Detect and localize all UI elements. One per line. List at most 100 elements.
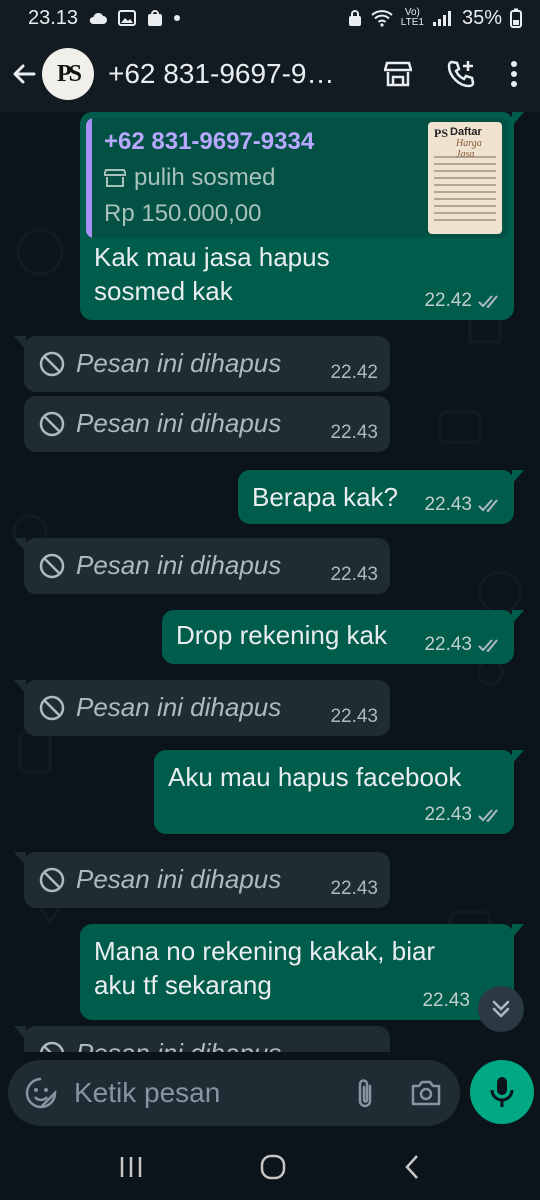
deleted-text: Pesan ini dihapus — [76, 550, 282, 580]
sticker-icon[interactable] — [24, 1076, 58, 1110]
more-icon[interactable] — [510, 60, 518, 88]
product-thumbnail: PS Daftar Harga Jasa — [428, 122, 502, 234]
quoted-product-card[interactable]: +62 831-9697-9334 pulih sosmed Rp 150.00… — [86, 118, 508, 238]
message-composer[interactable]: Ketik pesan — [8, 1060, 460, 1126]
message-time: 22.43 — [330, 422, 378, 443]
message-time: 22.43 — [330, 878, 378, 899]
quoted-store-name: pulih sosmed — [134, 164, 276, 191]
message-text: Kak mau jasa hapus sosmed kak — [94, 242, 330, 306]
deleted-message: Pesan ini dihapus — [38, 348, 281, 379]
deleted-icon — [39, 695, 65, 720]
message-time: 22.43 — [424, 634, 502, 656]
time-text: 22.43 — [424, 804, 472, 825]
message-time: 22.43 — [330, 564, 378, 585]
message-time: 22.42 — [330, 362, 378, 383]
quote-accent-bar — [86, 118, 92, 238]
status-time: 23.13 — [28, 6, 79, 29]
add-call-icon[interactable] — [446, 59, 476, 89]
deleted-icon — [39, 553, 65, 578]
recent-apps-icon[interactable] — [118, 1155, 144, 1179]
message-in-deleted[interactable]: Pesan ini dihapus 22.43 — [24, 396, 390, 452]
attach-icon[interactable] — [354, 1076, 376, 1110]
quoted-store: pulih sosmed — [104, 164, 275, 192]
store-icon — [104, 169, 126, 187]
message-time: 22.42 — [424, 290, 502, 312]
message-text: Mana no rekening kakak, biar aku tf seka… — [94, 936, 436, 1000]
deleted-message: Pesan ini dihapus — [38, 692, 281, 723]
chat-header: PS +62 831-9697-9334 — [0, 36, 540, 112]
message-out[interactable]: Berapa kak? 22.43 — [238, 470, 524, 524]
deleted-message: Pesan ini dihapus — [38, 550, 281, 581]
message-in-deleted[interactable]: Pesan ini dihapus 22.42 — [14, 336, 390, 392]
message-in-deleted[interactable]: Pesan ini dihapus — [14, 1026, 390, 1052]
double-check-icon — [478, 639, 498, 652]
battery-percent: 35% — [461, 6, 502, 29]
input-bar: Ketik pesan — [0, 1052, 540, 1134]
double-check-icon — [478, 499, 498, 512]
message-out-product[interactable]: +62 831-9697-9334 pulih sosmed Rp 150.00… — [80, 112, 524, 320]
avatar-text: PS — [56, 60, 82, 87]
status-bar: 23.13 Vo) LTE1 35% — [0, 0, 540, 36]
message-out[interactable]: Aku mau hapus facebook 22.43 — [154, 750, 524, 834]
deleted-text: Pesan ini dihapus — [76, 348, 282, 378]
deleted-message: Pesan ini dihapus — [38, 408, 281, 439]
message-time: 22.43 — [330, 706, 378, 727]
scroll-down-icon — [492, 1000, 510, 1018]
deleted-icon — [39, 1041, 65, 1052]
back-icon[interactable] — [10, 60, 38, 88]
time-text: 22.42 — [424, 290, 472, 311]
message-in-deleted[interactable]: Pesan ini dihapus 22.43 — [14, 538, 390, 594]
message-in-deleted[interactable]: Pesan ini dihapus 22.43 — [14, 852, 390, 908]
chat-area[interactable]: +62 831-9697-9334 pulih sosmed Rp 150.00… — [0, 112, 540, 1052]
cloud-icon — [89, 12, 108, 24]
network-label-bottom: LTE1 — [400, 17, 424, 28]
scroll-down-button[interactable] — [478, 986, 524, 1032]
message-time: 22.43 — [424, 804, 502, 826]
wifi-icon — [371, 10, 393, 27]
message-text: Drop rekening kak — [176, 620, 387, 650]
contact-name[interactable]: +62 831-9697-9334 — [108, 58, 348, 90]
avatar[interactable]: PS — [42, 48, 94, 100]
deleted-message: Pesan ini dihapus — [38, 1038, 281, 1052]
notification-dot — [174, 15, 181, 21]
deleted-text: Pesan ini dihapus — [76, 408, 282, 438]
message-input-placeholder[interactable]: Ketik pesan — [74, 1077, 220, 1109]
quoted-price: Rp 150.000,00 — [104, 200, 262, 227]
lock-alarm-icon — [348, 10, 361, 26]
deleted-text: Pesan ini dihapus — [76, 692, 282, 722]
message-out[interactable]: Mana no rekening kakak, biar aku tf seka… — [80, 924, 524, 1020]
battery-icon — [510, 8, 522, 28]
nav-back-icon[interactable] — [402, 1153, 422, 1181]
message-in-deleted[interactable]: Pesan ini dihapus 22.43 — [14, 680, 390, 736]
message-text: Aku mau hapus facebook — [168, 762, 462, 792]
store-icon[interactable] — [384, 61, 412, 87]
home-icon[interactable] — [259, 1153, 287, 1181]
time-text: 22.43 — [424, 494, 472, 515]
double-check-icon — [478, 295, 498, 308]
thumb-title: Daftar — [450, 126, 482, 138]
message-time: 22.43 — [424, 494, 502, 516]
mic-icon — [490, 1077, 514, 1107]
shop-icon — [148, 10, 163, 26]
thumb-price-lines — [434, 156, 496, 226]
network-label: Vo) LTE1 — [401, 8, 424, 28]
gallery-icon — [118, 10, 137, 26]
deleted-text: Pesan ini dihapus — [76, 1038, 281, 1052]
deleted-icon — [39, 411, 65, 436]
message-out[interactable]: Drop rekening kak 22.43 — [162, 610, 524, 664]
mic-button[interactable] — [470, 1060, 534, 1124]
deleted-text: Pesan ini dihapus — [76, 864, 282, 894]
double-check-icon — [478, 809, 498, 822]
quoted-sender: +62 831-9697-9334 — [104, 128, 315, 155]
time-text: 22.43 — [422, 990, 470, 1011]
thumb-logo: PS — [434, 126, 449, 140]
message-time: 22.43 — [422, 990, 470, 1012]
camera-icon[interactable] — [410, 1079, 442, 1107]
time-text: 22.43 — [424, 634, 472, 655]
deleted-icon — [39, 867, 65, 892]
system-nav-bar — [0, 1134, 540, 1200]
message-text: Berapa kak? — [252, 482, 398, 512]
signal-icon — [432, 11, 451, 26]
deleted-icon — [39, 351, 65, 376]
deleted-message: Pesan ini dihapus — [38, 864, 281, 895]
